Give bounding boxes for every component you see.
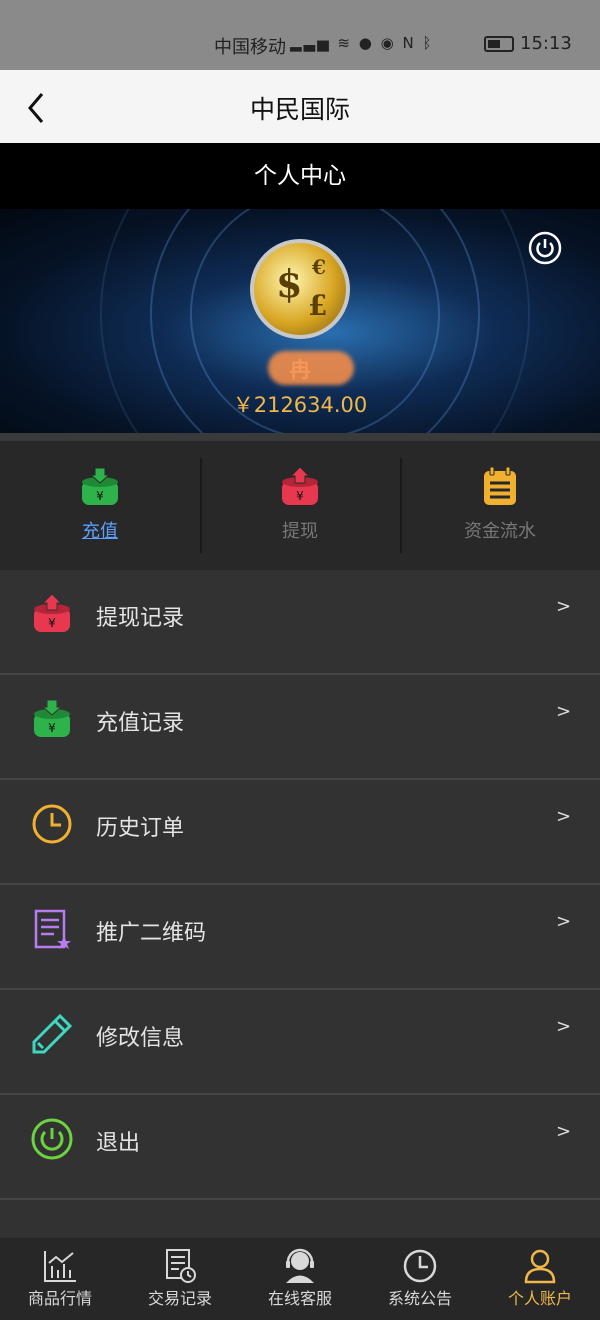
chevron-right-icon: >: [556, 596, 572, 617]
tab-label: 在线客服: [267, 1289, 332, 1308]
svg-text:¥: ¥: [96, 489, 104, 503]
profile-banner: $ £ € 冉 ￥212634.00: [0, 209, 600, 433]
chart-icon: [44, 1251, 76, 1282]
status-icons: ▂▃▅ ≋ ● ◉ N ᛒ: [290, 34, 434, 52]
nfc-icon: N: [402, 34, 416, 52]
tab-label: 商品行情: [27, 1289, 92, 1308]
deposit-icon: ¥: [34, 699, 70, 737]
deposit-action[interactable]: ¥ 充值: [0, 441, 200, 570]
clock-icon: [32, 804, 72, 844]
chevron-right-icon: >: [556, 806, 572, 827]
eye-icon: ◉: [380, 34, 396, 52]
menu-item-order-history[interactable]: 历史订单 >: [0, 780, 600, 885]
wifi-icon: ≋: [337, 34, 352, 52]
signal-icon: ▂▃▅: [290, 34, 331, 52]
clipboard-icon: [484, 466, 516, 505]
document-star-icon: [34, 909, 71, 949]
svg-text:¥: ¥: [48, 616, 56, 630]
clock-time: 15:13: [520, 33, 572, 54]
logout-power-icon[interactable]: [528, 231, 562, 265]
power-icon: [31, 1118, 73, 1160]
pencil-icon: [32, 1013, 73, 1054]
section-title: 个人中心: [0, 143, 600, 209]
tab-market[interactable]: 商品行情: [0, 1238, 120, 1320]
deposit-icon: ¥: [82, 467, 118, 505]
withdraw-label: 提现: [282, 521, 318, 542]
menu-item-label: 充值记录: [96, 711, 185, 736]
user-icon: [524, 1249, 556, 1284]
withdraw-action[interactable]: ¥ 提现: [200, 441, 400, 570]
chevron-right-icon: >: [556, 1121, 572, 1142]
menu-item-withdraw-records[interactable]: ¥ 提现记录 >: [0, 570, 600, 675]
fund-flow-label: 资金流水: [464, 521, 536, 542]
menu-item-label: 修改信息: [96, 1026, 185, 1051]
bottom-tab-bar: 商品行情 交易记录 在线客服 系统公告 个人账户: [0, 1238, 600, 1320]
page-title: 中民国际: [249, 95, 350, 124]
status-bar: 中国移动 ▂▃▅ ≋ ● ◉ N ᛒ 15:13: [0, 0, 600, 70]
menu-item-label: 历史订单: [96, 816, 185, 841]
bluetooth-icon: ᛒ: [422, 34, 434, 52]
nav-bar: 中民国际: [0, 70, 600, 143]
divider: [0, 433, 600, 441]
deposit-label: 充值: [82, 521, 118, 542]
menu-list: ¥ 提现记录 > ¥ 充值记录 > 历史订单 > 推广二维码 > 修改信息 > …: [0, 570, 600, 1200]
chevron-right-icon: >: [556, 701, 572, 722]
withdraw-icon: ¥: [34, 593, 70, 632]
withdraw-icon: ¥: [282, 466, 318, 505]
svg-text:¥: ¥: [296, 489, 304, 503]
support-icon: [286, 1248, 314, 1283]
dollar-symbol: $: [276, 261, 303, 306]
redaction-blur: [268, 351, 354, 385]
clock-icon: [403, 1249, 437, 1283]
chevron-right-icon: >: [556, 911, 572, 932]
menu-item-label: 推广二维码: [96, 921, 207, 946]
menu-item-promo-qr[interactable]: 推广二维码 >: [0, 885, 600, 990]
records-icon: [166, 1249, 196, 1283]
menu-item-label: 提现记录: [96, 606, 185, 631]
menu-item-label: 退出: [96, 1131, 141, 1156]
euro-symbol: €: [312, 255, 326, 279]
avatar[interactable]: $ £ €: [250, 239, 350, 339]
account-balance: ￥212634.00: [232, 393, 368, 417]
tab-label: 系统公告: [387, 1289, 452, 1308]
menu-item-deposit-records[interactable]: ¥ 充值记录 >: [0, 675, 600, 780]
tab-announcements[interactable]: 系统公告: [360, 1238, 480, 1320]
menu-item-logout[interactable]: 退出 >: [0, 1095, 600, 1200]
tab-trade-records[interactable]: 交易记录: [120, 1238, 240, 1320]
tab-label: 个人账户: [507, 1289, 572, 1308]
tab-label: 交易记录: [147, 1289, 212, 1308]
quick-actions: ¥ 充值 ¥ 提现 资金流水: [0, 441, 600, 570]
pound-symbol: £: [308, 289, 328, 322]
fund-flow-action[interactable]: 资金流水: [400, 441, 600, 570]
battery-icon: [484, 36, 514, 52]
carrier-label: 中国移动: [214, 37, 286, 58]
tab-personal-account[interactable]: 个人账户: [480, 1238, 600, 1320]
menu-item-edit-info[interactable]: 修改信息 >: [0, 990, 600, 1095]
tab-customer-service[interactable]: 在线客服: [240, 1238, 360, 1320]
chevron-right-icon: >: [556, 1016, 572, 1037]
wechat-icon: ●: [358, 34, 374, 52]
svg-text:¥: ¥: [48, 721, 56, 735]
